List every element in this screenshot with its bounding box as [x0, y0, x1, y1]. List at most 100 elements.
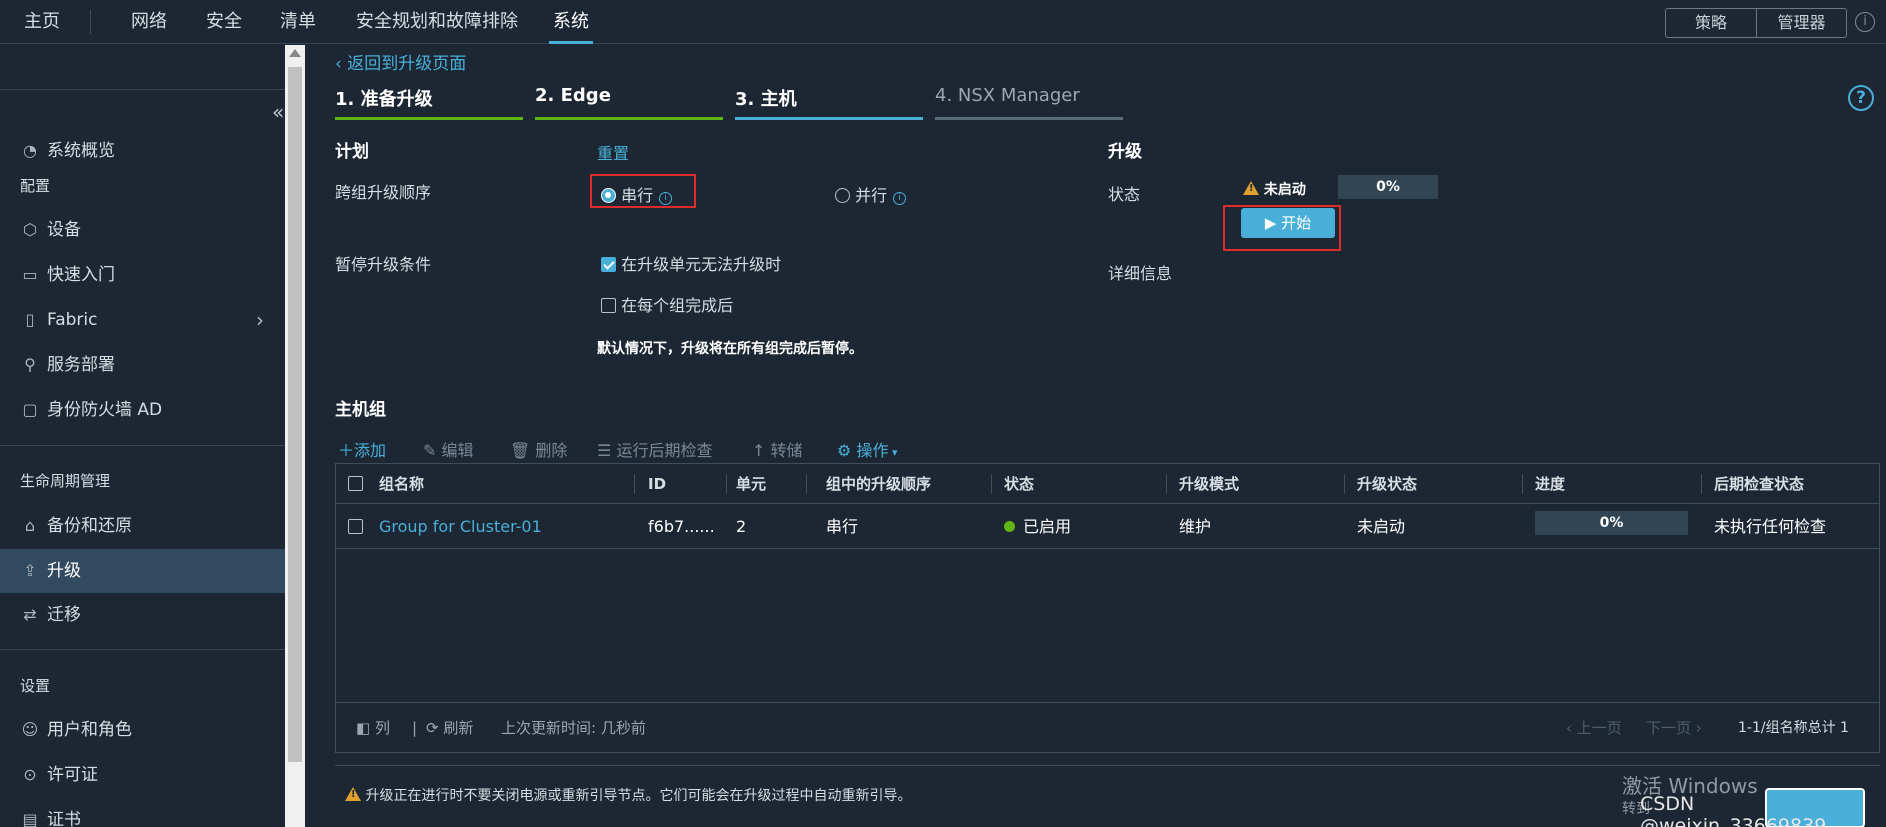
footer-separator — [335, 765, 1880, 766]
sidebar-item-licenses[interactable]: ⊙ 许可证 — [0, 753, 285, 797]
col-upgrade-state[interactable]: 升级状态 — [1357, 464, 1417, 504]
row-checkbox[interactable] — [348, 505, 363, 549]
sidebar-item-label: 迁移 — [47, 605, 81, 625]
sidebar-item-backup[interactable]: ⌂ 备份和还原 — [0, 504, 285, 548]
sidebar-item-label: 用户和角色 — [47, 720, 132, 740]
sidebar-item-certificates[interactable]: ▤ 证书 — [0, 798, 285, 827]
group-post-check: 未执行任何检查 — [1714, 517, 1827, 536]
status-label: 状态 — [1108, 185, 1141, 204]
edit-button[interactable]: ✎ 编辑 — [423, 437, 474, 461]
step-prepare[interactable]: 1. 准备升级 — [335, 85, 433, 111]
col-separator — [634, 474, 635, 494]
sidebar-item-label: 设备 — [47, 220, 81, 240]
group-name-link[interactable]: Group for Cluster-01 — [379, 505, 542, 549]
upgrade-icon: ⇪ — [23, 561, 37, 580]
pause-on-failure-checkbox[interactable]: 在升级单元无法升级时 — [601, 251, 781, 275]
table-row[interactable]: Group for Cluster-01 f6b7...... 2 串行 已启用… — [336, 505, 1879, 549]
parallel-radio[interactable]: 并行 i — [835, 182, 907, 206]
manager-mode-button[interactable]: 管理器 — [1756, 9, 1846, 37]
reset-link[interactable]: 重置 — [597, 140, 629, 164]
sidebar-item-appliances[interactable]: ⬡ 设备 — [0, 208, 285, 252]
select-all-checkbox[interactable] — [348, 464, 363, 504]
dump-button[interactable]: ↑ 转储 — [752, 437, 803, 461]
columns-label: 列 — [374, 719, 390, 737]
migrate-icon: ⇄ — [23, 605, 37, 624]
sidebar: « ◔ 系统概览 配置 ⬡ 设备 ▭ 快速入门 ▯ Fabric › ⚲ 服务部署 ▢ 身份防… — [0, 45, 285, 827]
col-id[interactable]: ID — [648, 464, 666, 504]
sidebar-item-fabric[interactable]: ▯ Fabric › — [0, 298, 285, 342]
info-icon[interactable]: i — [659, 192, 673, 205]
post-check-button[interactable]: ☰ 运行后期检查 — [597, 437, 712, 461]
columns-toggle[interactable]: ◧ 列 — [356, 703, 390, 753]
delete-button[interactable]: 🗑 删除 — [510, 437, 567, 461]
col-state[interactable]: 状态 — [1004, 464, 1034, 504]
deploy-icon: ⚲ — [24, 355, 36, 374]
tab-networking[interactable]: 网络 — [131, 0, 167, 44]
refresh-button[interactable]: ⟳ 刷新 — [426, 703, 473, 753]
sidebar-item-service-deploy[interactable]: ⚲ 服务部署 — [0, 343, 285, 387]
sidebar-scrollbar[interactable] — [285, 45, 305, 827]
col-group-name[interactable]: 组名称 — [379, 464, 424, 504]
pause-label: 暂停升级条件 — [335, 255, 432, 274]
sidebar-item-label: 升级 — [47, 561, 81, 581]
sidebar-divider — [0, 649, 285, 650]
sidebar-item-idfw-ad[interactable]: ▢ 身份防火墙 AD — [0, 388, 285, 432]
sidebar-item-quick-start[interactable]: ▭ 快速入门 — [0, 253, 285, 297]
actions-menu[interactable]: ⚙ 操作 ▾ — [837, 437, 897, 461]
tab-inventory[interactable]: 清单 — [280, 0, 316, 44]
back-to-upgrade-link[interactable]: ‹ 返回到升级页面 — [335, 49, 466, 74]
scroll-up-icon[interactable] — [289, 49, 301, 57]
col-order[interactable]: 组中的升级顺序 — [826, 464, 931, 504]
sidebar-item-users-roles[interactable]: ☺ 用户和角色 — [0, 708, 285, 752]
col-post-check[interactable]: 后期检查状态 — [1714, 464, 1804, 504]
tab-system[interactable]: 系统 — [549, 0, 593, 44]
start-upgrade-button[interactable]: ▶ 开始 — [1241, 208, 1335, 238]
upgrade-warning: 升级正在进行时不要关闭电源或重新引导节点。它们可能会在升级过程中自动重新引导。 — [345, 785, 911, 805]
step-nsx-manager[interactable]: 4. NSX Manager — [935, 85, 1080, 106]
tab-plan-troubleshoot[interactable]: 安全规划和故障排除 — [356, 0, 518, 44]
tab-home[interactable]: 主页 — [24, 0, 60, 44]
server-icon: ▯ — [25, 310, 35, 329]
sidebar-item-upgrade[interactable]: ⇪ 升级 — [0, 549, 285, 593]
pause-after-group-checkbox[interactable]: 在每个组完成后 — [601, 292, 733, 316]
host-groups-title: 主机组 — [335, 400, 386, 420]
checkbox-unchecked-icon — [601, 298, 616, 313]
back-link-label: 返回到升级页面 — [347, 54, 467, 74]
plus-icon: ＋ — [338, 441, 355, 460]
next-label: 下一页 — [1646, 719, 1692, 737]
info-icon[interactable]: i — [1855, 12, 1875, 32]
col-progress[interactable]: 进度 — [1535, 464, 1565, 504]
step-edge[interactable]: 2. Edge — [535, 85, 611, 106]
prev-page-button[interactable]: ‹ 上一页 — [1566, 703, 1622, 753]
parallel-label: 并行 — [855, 186, 888, 205]
license-icon: ⊙ — [23, 765, 37, 784]
sidebar-item-overview[interactable]: ◔ 系统概览 — [0, 129, 285, 173]
folder-icon: ▢ — [22, 400, 38, 419]
col-separator — [1344, 474, 1345, 494]
scroll-thumb[interactable] — [288, 67, 302, 762]
sidebar-section-lifecycle: 生命周期管理 — [20, 472, 111, 490]
col-units[interactable]: 单元 — [736, 464, 766, 504]
help-icon[interactable]: ? — [1848, 85, 1874, 111]
serial-radio[interactable]: 串行 i — [601, 182, 673, 206]
checkbox-unchecked-icon — [348, 519, 363, 534]
step-hosts[interactable]: 3. 主机 — [735, 85, 797, 111]
status-text: 未启动 — [1263, 182, 1306, 198]
add-button[interactable]: ＋添加 — [338, 437, 386, 461]
pause-opt1-label: 在升级单元无法升级时 — [621, 255, 782, 274]
sidebar-item-migrate[interactable]: ⇄ 迁移 — [0, 593, 285, 637]
footer-divider: | — [412, 719, 418, 737]
col-separator — [1701, 474, 1702, 494]
tab-security[interactable]: 安全 — [206, 0, 242, 44]
group-progress-bar: 0% — [1535, 511, 1688, 535]
gear-icon: ⚙ — [837, 441, 852, 460]
col-separator — [991, 474, 992, 494]
grid-header: 组名称 ID 单元 组中的升级顺序 状态 升级模式 升级状态 进度 后期检查状态 — [336, 464, 1879, 504]
info-icon[interactable]: i — [893, 192, 907, 205]
col-mode[interactable]: 升级模式 — [1179, 464, 1239, 504]
policy-mode-button[interactable]: 策略 — [1666, 9, 1756, 37]
group-upgrade-state: 未启动 — [1357, 517, 1406, 536]
collapse-sidebar-icon[interactable]: « — [272, 100, 284, 124]
sidebar-divider — [0, 89, 285, 90]
next-page-button[interactable]: 下一页 › — [1646, 703, 1702, 753]
